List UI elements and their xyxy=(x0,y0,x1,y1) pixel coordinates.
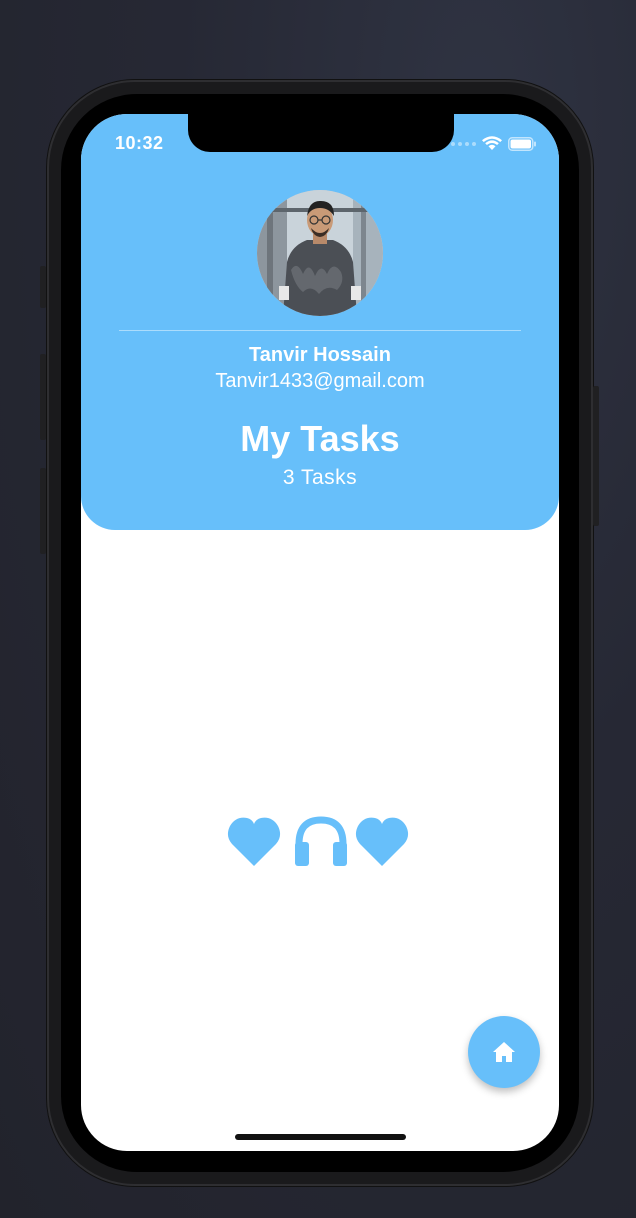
status-time: 10:32 xyxy=(115,133,164,153)
headphones-icon xyxy=(295,816,347,866)
user-name: Tanvir Hossain xyxy=(249,344,391,366)
task-count: 3 Tasks xyxy=(282,466,358,489)
avatar[interactable] xyxy=(257,190,383,316)
wifi-icon xyxy=(482,136,502,150)
heart-icon xyxy=(227,817,281,866)
home-indicator[interactable] xyxy=(235,1134,406,1140)
avatar-photo xyxy=(257,190,383,316)
phone-volume-up xyxy=(40,354,46,440)
home-button[interactable] xyxy=(468,1016,540,1088)
camera-notch xyxy=(188,114,454,152)
header-divider xyxy=(119,330,521,331)
phone-power-button xyxy=(593,386,599,526)
home-icon xyxy=(493,1042,515,1062)
phone-volume-down xyxy=(40,468,46,554)
signal-dots xyxy=(451,141,476,146)
battery-icon xyxy=(508,136,536,151)
phone-side-button xyxy=(40,266,46,308)
profile-header-card: Tanvir Hossain Tanvir1433@gmail.com My T… xyxy=(81,114,559,530)
empty-state-icons xyxy=(227,814,417,870)
user-email: Tanvir1433@gmail.com xyxy=(215,370,425,392)
status-icons xyxy=(451,136,537,151)
heart-icon xyxy=(355,817,409,866)
page-title: My Tasks xyxy=(240,418,400,459)
app-screen: Tanvir Hossain Tanvir1433@gmail.com My T… xyxy=(81,114,559,1151)
